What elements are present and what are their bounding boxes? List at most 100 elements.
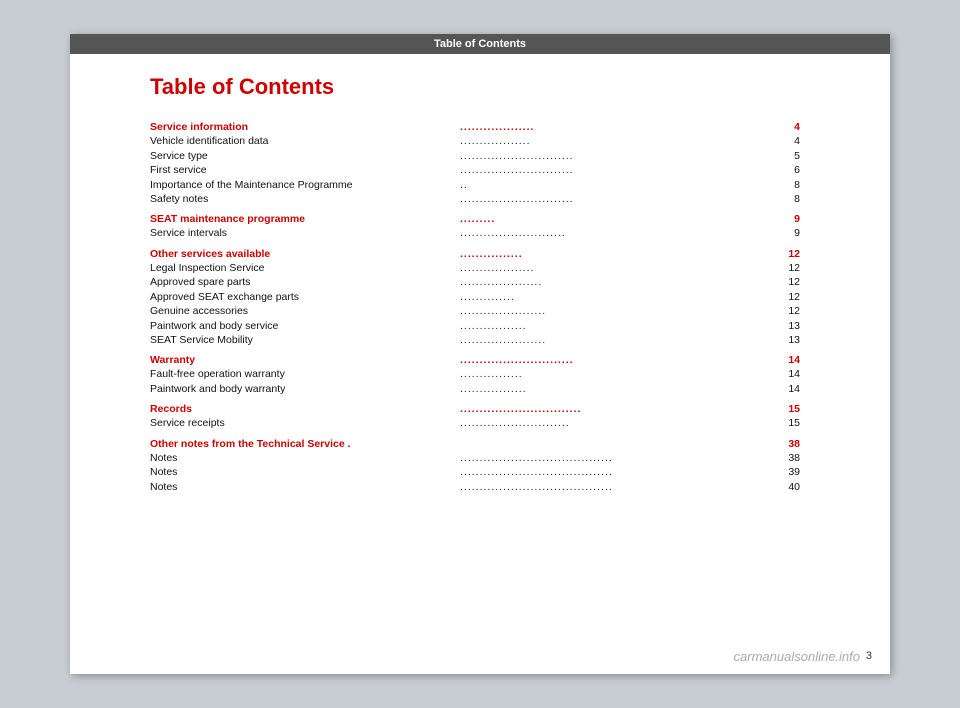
toc-entry-dots: ...............................: [460, 396, 780, 416]
toc-entry-dots: ................: [460, 367, 780, 381]
toc-row: Notes...................................…: [150, 465, 810, 479]
toc-row: Fault-free operation warranty...........…: [150, 367, 810, 381]
toc-entry-label: Service receipts: [150, 416, 460, 430]
toc-entry-label: Other services available: [150, 241, 460, 261]
toc-row: Paintwork and body warranty.............…: [150, 382, 810, 396]
toc-table: Service information...................4V…: [150, 114, 810, 494]
toc-entry-page: 8: [780, 192, 810, 206]
toc-entry-dots: .......................................: [460, 451, 780, 465]
toc-entry-dots: .................: [460, 318, 780, 332]
toc-entry-dots: .............................: [460, 192, 780, 206]
toc-entry-dots: ...................: [460, 114, 780, 134]
toc-entry-label: First service: [150, 163, 460, 177]
toc-entry-dots: ............................: [460, 416, 780, 430]
toc-row: Other notes from the Technical Service .…: [150, 431, 810, 451]
toc-entry-dots: .............................: [460, 163, 780, 177]
toc-entry-label: Notes: [150, 451, 460, 465]
toc-row: Safety notes............................…: [150, 192, 810, 206]
header-title: Table of Contents: [434, 38, 526, 50]
toc-entry-dots: .............................: [460, 347, 780, 367]
toc-entry-label: Notes: [150, 465, 460, 479]
toc-entry-dots: .......................................: [460, 465, 780, 479]
toc-row: Notes...................................…: [150, 451, 810, 465]
toc-entry-label: SEAT Service Mobility: [150, 333, 460, 347]
watermark: carmanualsonline.info: [734, 649, 860, 664]
toc-entry-page: 39: [780, 465, 810, 479]
toc-entry-page: 12: [780, 275, 810, 289]
toc-entry-page: 4: [780, 134, 810, 148]
toc-entry-page: 14: [780, 382, 810, 396]
toc-entry-page: 15: [780, 416, 810, 430]
toc-entry-label: Records: [150, 396, 460, 416]
toc-entry-page: 12: [780, 290, 810, 304]
toc-entry-label: Importance of the Maintenance Programme: [150, 177, 460, 191]
toc-entry-label: Genuine accessories: [150, 304, 460, 318]
toc-entry-page: 4: [780, 114, 810, 134]
toc-entry-dots: .......................................: [460, 480, 780, 494]
toc-row: Service receipts........................…: [150, 416, 810, 430]
toc-entry-page: 9: [780, 206, 810, 226]
toc-entry-label: Fault-free operation warranty: [150, 367, 460, 381]
toc-entry-page: 12: [780, 261, 810, 275]
toc-entry-dots: ..................: [460, 134, 780, 148]
toc-entry-label: Vehicle identification data: [150, 134, 460, 148]
toc-entry-dots: ...................: [460, 261, 780, 275]
toc-entry-dots: ..: [460, 177, 780, 191]
toc-row: Service type............................…: [150, 149, 810, 163]
toc-entry-page: 40: [780, 480, 810, 494]
toc-entry-dots: ......................: [460, 333, 780, 347]
toc-entry-page: 5: [780, 149, 810, 163]
toc-entry-label: Other notes from the Technical Service .: [150, 431, 460, 451]
toc-row: Records...............................15: [150, 396, 810, 416]
toc-entry-label: SEAT maintenance programme: [150, 206, 460, 226]
toc-row: Legal Inspection Service................…: [150, 261, 810, 275]
toc-entry-page: 9: [780, 226, 810, 240]
toc-entry-label: Safety notes: [150, 192, 460, 206]
toc-row: Paintwork and body service..............…: [150, 318, 810, 332]
toc-entry-label: Warranty: [150, 347, 460, 367]
toc-row: Service intervals.......................…: [150, 226, 810, 240]
toc-entry-dots: [460, 431, 780, 451]
toc-row: Other services available................…: [150, 241, 810, 261]
toc-entry-page: 15: [780, 396, 810, 416]
toc-entry-dots: .....................: [460, 275, 780, 289]
toc-entry-dots: ......................: [460, 304, 780, 318]
toc-row: Approved SEAT exchange parts............…: [150, 290, 810, 304]
toc-entry-dots: ................: [460, 241, 780, 261]
toc-entry-page: 12: [780, 304, 810, 318]
toc-entry-page: 14: [780, 367, 810, 381]
page: Table of Contents Table of Contents Serv…: [70, 34, 890, 674]
toc-entry-page: 6: [780, 163, 810, 177]
toc-entry-label: Service information: [150, 114, 460, 134]
toc-entry-page: 13: [780, 333, 810, 347]
toc-entry-dots: .................: [460, 382, 780, 396]
toc-entry-label: Notes: [150, 480, 460, 494]
toc-entry-label: Legal Inspection Service: [150, 261, 460, 275]
toc-row: SEAT maintenance programme.........9: [150, 206, 810, 226]
toc-entry-dots: .........: [460, 206, 780, 226]
toc-entry-dots: .............................: [460, 149, 780, 163]
toc-row: Approved spare parts....................…: [150, 275, 810, 289]
toc-row: Vehicle identification data.............…: [150, 134, 810, 148]
toc-entry-page: 38: [780, 431, 810, 451]
page-number: 3: [866, 650, 872, 662]
toc-row: Warranty.............................14: [150, 347, 810, 367]
page-title: Table of Contents: [150, 74, 810, 100]
toc-entry-page: 13: [780, 318, 810, 332]
toc-entry-label: Service intervals: [150, 226, 460, 240]
toc-row: Genuine accessories.....................…: [150, 304, 810, 318]
toc-row: SEAT Service Mobility...................…: [150, 333, 810, 347]
toc-entry-label: Paintwork and body warranty: [150, 382, 460, 396]
toc-entry-page: 38: [780, 451, 810, 465]
content: Table of Contents Service information...…: [70, 54, 890, 514]
toc-entry-page: 8: [780, 177, 810, 191]
toc-row: Importance of the Maintenance Programme.…: [150, 177, 810, 191]
toc-row: First service...........................…: [150, 163, 810, 177]
toc-entry-page: 14: [780, 347, 810, 367]
toc-entry-dots: ...........................: [460, 226, 780, 240]
toc-row: Notes...................................…: [150, 480, 810, 494]
toc-entry-label: Paintwork and body service: [150, 318, 460, 332]
toc-entry-dots: ..............: [460, 290, 780, 304]
toc-entry-label: Service type: [150, 149, 460, 163]
toc-entry-label: Approved spare parts: [150, 275, 460, 289]
